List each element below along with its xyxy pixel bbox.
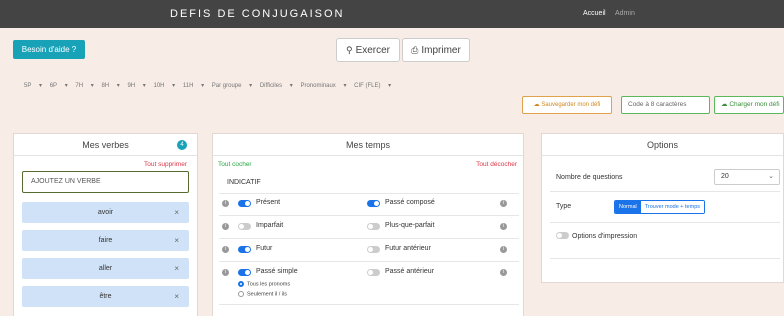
- top-navbar: DEFIS DE CONJUGAISON Accueil Admin: [0, 0, 784, 28]
- toggle-print-options[interactable]: [556, 232, 569, 239]
- cloud-download-icon: ☁: [721, 101, 728, 108]
- cloud-upload-icon: ☁: [533, 102, 540, 108]
- level-filters: 5P ▾ 6P ▾ 7H ▾ 8H ▾ 9H ▾ 10H ▾ 11H ▾ Par…: [24, 82, 397, 89]
- toggle-passe-simple[interactable]: [238, 269, 251, 276]
- remove-icon[interactable]: ×: [174, 258, 179, 279]
- options-panel: Options Nombre de questions 20 ⌄ Type No…: [541, 133, 784, 283]
- filter-9h[interactable]: 9H ▾: [127, 83, 145, 89]
- toggle-passe-anterieur[interactable]: [367, 269, 380, 276]
- verb-item[interactable]: avoir ×: [22, 202, 189, 223]
- divider: [550, 258, 780, 259]
- remove-icon[interactable]: ×: [174, 202, 179, 223]
- filter-7h[interactable]: 7H ▾: [75, 83, 93, 89]
- info-icon[interactable]: i: [222, 200, 229, 207]
- add-verb-input[interactable]: AJOUTEZ UN VERBE: [22, 171, 189, 193]
- radio-all-pronouns[interactable]: Tous les pronoms: [238, 281, 290, 287]
- delete-all-link[interactable]: Tout supprimer: [144, 161, 187, 168]
- info-icon[interactable]: i: [500, 223, 507, 230]
- tense-label: Plus-que-parfait: [385, 222, 435, 229]
- tense-label: Futur antérieur: [385, 245, 431, 252]
- print-label: Imprimer: [421, 45, 461, 56]
- divider: [219, 261, 519, 262]
- info-icon[interactable]: i: [500, 246, 507, 253]
- filter-5p[interactable]: 5P ▾: [24, 83, 42, 89]
- info-icon[interactable]: i: [500, 200, 507, 207]
- verb-item[interactable]: être ×: [22, 286, 189, 307]
- remove-icon[interactable]: ×: [174, 286, 179, 307]
- type-mode-temps-button[interactable]: Trouver mode + temps: [640, 201, 705, 213]
- info-icon[interactable]: i: [500, 269, 507, 276]
- radio-selected-icon: [238, 281, 244, 287]
- nav-link-accueil[interactable]: Accueil: [583, 10, 606, 17]
- toggle-present[interactable]: [238, 200, 251, 207]
- tense-label: Imparfait: [256, 222, 284, 229]
- divider: [550, 222, 780, 223]
- info-icon[interactable]: i: [222, 269, 229, 276]
- toggle-passe-compose[interactable]: [367, 200, 380, 207]
- chevron-down-icon: ⌄: [768, 173, 774, 180]
- tense-label: Présent: [256, 199, 281, 206]
- exercise-label: Exercer: [355, 45, 391, 56]
- verbs-panel: Mes verbes 4 Tout supprimer AJOUTEZ UN V…: [13, 133, 198, 316]
- type-label: Type: [556, 203, 572, 210]
- divider: [219, 304, 519, 305]
- remove-icon[interactable]: ×: [174, 230, 179, 251]
- type-normal-button[interactable]: Normal: [615, 201, 641, 213]
- exercise-button[interactable]: ⚲ Exercer: [336, 38, 400, 62]
- questions-label: Nombre de questions: [556, 174, 623, 181]
- mode-heading: INDICATIF: [227, 179, 261, 186]
- nav-link-admin[interactable]: Admin: [615, 10, 635, 17]
- toggle-futur-anterieur[interactable]: [367, 246, 380, 253]
- tenses-panel-title: Mes temps: [213, 134, 523, 156]
- help-button[interactable]: Besoin d'aide ?: [13, 40, 85, 59]
- divider: [550, 191, 780, 192]
- tense-row: i Passé simple Passé antérieur i: [219, 268, 519, 282]
- print-options-toggle-row[interactable]: Options d'impression: [556, 231, 637, 240]
- tense-label: Passé composé: [385, 199, 435, 206]
- verb-item[interactable]: faire ×: [22, 230, 189, 251]
- filter-10h[interactable]: 10H ▾: [154, 83, 176, 89]
- printer-icon: ⎙: [411, 45, 419, 55]
- verbs-panel-title: Mes verbes 4: [14, 134, 197, 156]
- tenses-panel: Mes temps Tout cocher Tout décocher INDI…: [212, 133, 524, 316]
- toggle-imparfait[interactable]: [238, 223, 251, 230]
- defi-code-input[interactable]: Code à 8 caractères: [621, 96, 710, 114]
- toggle-plus-que-parfait[interactable]: [367, 223, 380, 230]
- load-defi-button[interactable]: ☁ Charger mon défi: [714, 96, 784, 114]
- questions-select[interactable]: 20 ⌄: [714, 169, 780, 185]
- info-icon[interactable]: i: [222, 223, 229, 230]
- filter-cif-fle[interactable]: CIF (FLE) ▾: [354, 83, 391, 89]
- filter-pronominaux[interactable]: Pronominaux ▾: [300, 83, 346, 89]
- tense-row: i Futur Futur antérieur i: [219, 245, 519, 259]
- tense-label: Passé simple: [256, 268, 298, 275]
- tense-row: i Présent Passé composé i: [219, 199, 519, 213]
- divider: [219, 193, 519, 194]
- divider: [219, 238, 519, 239]
- tense-label: Passé antérieur: [385, 268, 435, 275]
- filter-par-groupe[interactable]: Par groupe ▾: [212, 83, 252, 89]
- type-segmented-control: Normal Trouver mode + temps: [614, 200, 706, 214]
- options-panel-title: Options: [542, 134, 783, 156]
- check-all-link[interactable]: Tout cocher: [218, 161, 252, 168]
- filter-8h[interactable]: 8H ▾: [101, 83, 119, 89]
- tense-label: Futur: [256, 245, 273, 252]
- save-defi-button[interactable]: ☁ Sauvegarder mon défi: [522, 96, 612, 114]
- search-icon: ⚲: [345, 45, 353, 55]
- tense-row: i Imparfait Plus-que-parfait i: [219, 222, 519, 236]
- radio-il-ils-only[interactable]: Seulement il / ils: [238, 291, 287, 297]
- info-icon[interactable]: i: [222, 246, 229, 253]
- filter-6p[interactable]: 6P ▾: [50, 83, 68, 89]
- verb-item[interactable]: aller ×: [22, 258, 189, 279]
- app-title[interactable]: DEFIS DE CONJUGAISON: [170, 8, 344, 20]
- filter-11h[interactable]: 11H ▾: [183, 83, 204, 89]
- toggle-futur[interactable]: [238, 246, 251, 253]
- verb-count-badge: 4: [177, 140, 187, 150]
- uncheck-all-link[interactable]: Tout décocher: [476, 161, 517, 168]
- filter-difficiles[interactable]: Difficiles ▾: [260, 83, 293, 89]
- divider: [219, 215, 519, 216]
- print-button[interactable]: ⎙ Imprimer: [402, 38, 470, 62]
- radio-empty-icon: [238, 291, 244, 297]
